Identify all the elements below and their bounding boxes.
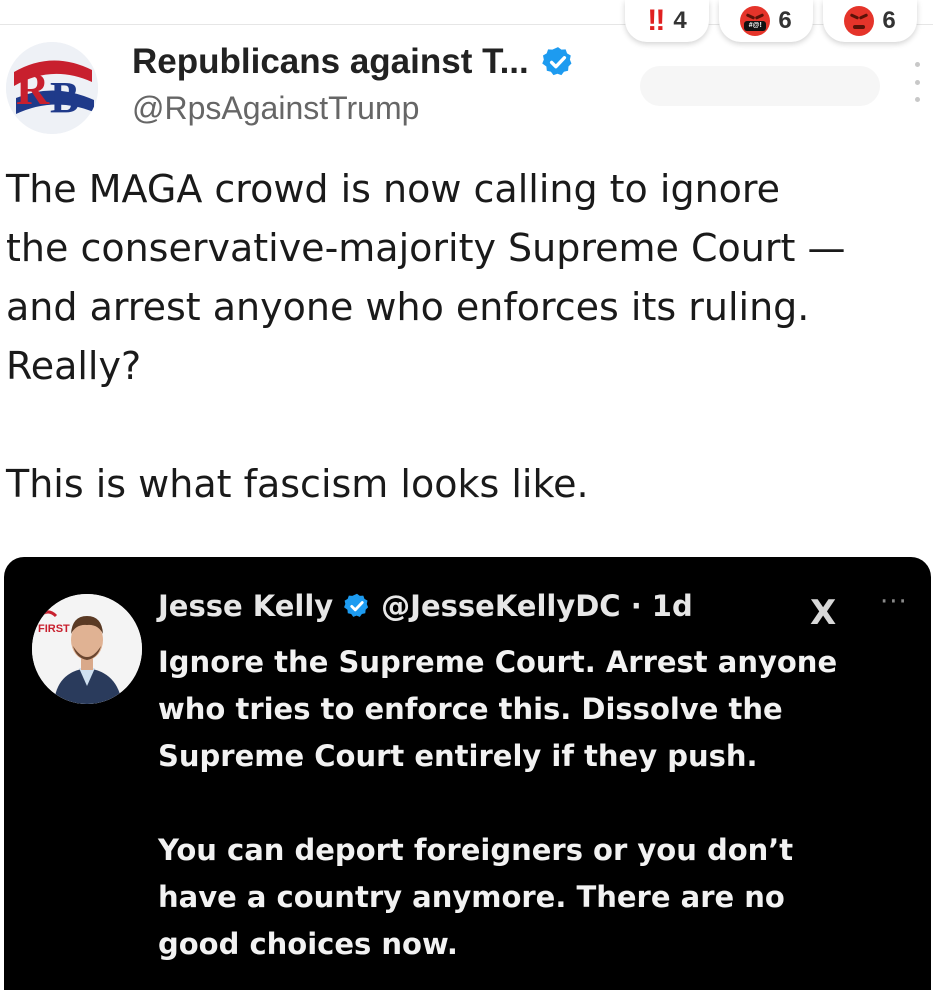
author-handle[interactable]: @RpsAgainstTrump (132, 90, 419, 127)
reaction-angry[interactable]: 6 (823, 0, 917, 42)
quoted-line: who tries to enforce this. Dissolve the (158, 692, 783, 726)
reaction-exclamation[interactable]: ‼ 4 (625, 0, 709, 42)
tweet-text: The MAGA crowd is now calling to ignore … (6, 160, 931, 514)
quoted-line: Supreme Court entirely if they push. (158, 739, 758, 773)
tweet-line: This is what fascism looks like. (6, 462, 589, 506)
more-options-icon[interactable]: ··· (880, 587, 908, 617)
more-options-icon[interactable] (911, 62, 923, 102)
svg-text:B: B (50, 73, 79, 122)
rb-logo-icon: R B (6, 42, 98, 134)
cursing-face-icon: #@! (740, 6, 771, 36)
quoted-line: Ignore the Supreme Court. Arrest anyone (158, 645, 838, 679)
author-name[interactable]: Republicans against T... (132, 42, 575, 82)
quoted-line: have a country anymore. There are no (158, 880, 785, 914)
quoted-line: good choices now. (158, 927, 458, 961)
reaction-bar: ‼ 4 #@! 6 6 (625, 0, 917, 42)
verified-badge-icon (344, 593, 369, 617)
tweet-line: The MAGA crowd is now calling to ignore (6, 167, 781, 211)
reaction-count: 6 (882, 7, 896, 34)
x-logo-icon: X (810, 593, 837, 633)
author-avatar[interactable]: R B (6, 42, 98, 134)
person-avatar-icon: FIRST (32, 594, 142, 704)
svg-text:R: R (16, 63, 50, 114)
quoted-tweet-text: Ignore the Supreme Court. Arrest anyone … (158, 639, 918, 968)
quoted-author-avatar[interactable]: FIRST (32, 594, 142, 704)
reaction-count: 4 (673, 7, 687, 34)
double-exclamation-icon: ‼ (647, 4, 666, 37)
reaction-count: 6 (778, 7, 792, 34)
tweet-line: Really? (6, 344, 142, 388)
quoted-tweet[interactable]: FIRST Jesse Kelly @JesseKellyDC · 1d X ·… (4, 557, 931, 990)
follow-button[interactable] (640, 66, 880, 106)
verified-badge-icon (542, 47, 572, 76)
tweet-line: and arrest anyone who enforces its rulin… (6, 285, 810, 329)
svg-text:FIRST: FIRST (38, 623, 70, 635)
quoted-line: You can deport foreigners or you don’t (158, 833, 794, 867)
quoted-header: Jesse Kelly @JesseKellyDC · 1d (158, 589, 693, 623)
tweet-line: the conservative-majority Supreme Court … (6, 226, 846, 270)
quoted-handle-time[interactable]: @JesseKellyDC · 1d (381, 589, 693, 623)
angry-face-icon (844, 6, 875, 36)
reaction-cursing[interactable]: #@! 6 (719, 0, 813, 42)
quoted-author-name[interactable]: Jesse Kelly (158, 589, 333, 623)
